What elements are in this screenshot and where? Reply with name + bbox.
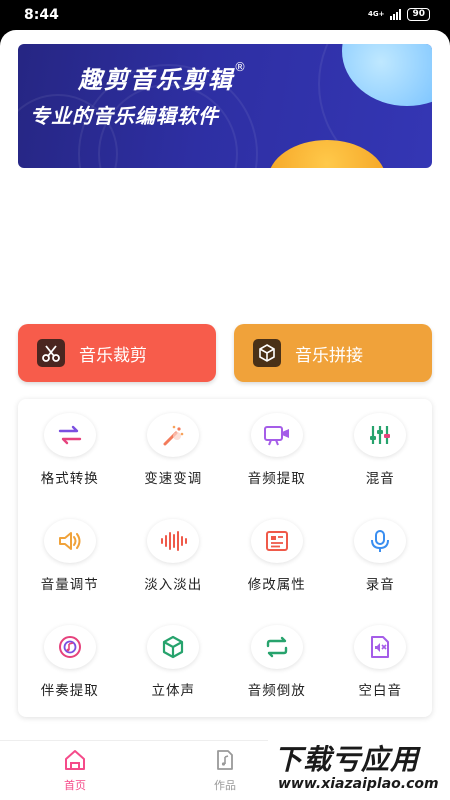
tool-label: 音频倒放: [247, 683, 306, 699]
tool-format-convert[interactable]: 格式转换: [18, 405, 122, 511]
stereo-cube-icon: [147, 625, 200, 669]
tool-label: 音频提取: [247, 471, 306, 487]
tool-blank-audio[interactable]: 空白音: [329, 617, 433, 723]
music-cut-label: 音乐裁剪: [79, 345, 147, 366]
speaker-icon: [43, 519, 96, 563]
site-watermark: 下载亏应用 www.xiazaiplao.com: [268, 738, 450, 800]
tab-home-label: 首页: [64, 779, 86, 792]
reverse-icon: [250, 625, 303, 669]
tool-label: 音量调节: [40, 577, 99, 593]
tab-works-label: 作品: [214, 779, 236, 792]
app-screen: 趣剪音乐剪辑® 专业的音乐编辑软件 音乐裁剪 音乐拼接 格式转换 变速变调 音频…: [0, 30, 450, 800]
tool-accompaniment-extract[interactable]: 伴奏提取: [18, 617, 122, 723]
status-time: 8:44: [24, 7, 59, 23]
tool-stereo[interactable]: 立体声: [122, 617, 226, 723]
tool-edit-properties[interactable]: 修改属性: [225, 511, 329, 617]
watermark-main: 下载亏应用: [274, 743, 420, 776]
tool-mix[interactable]: 混音: [329, 405, 433, 511]
mixer-icon: [354, 413, 407, 457]
document-icon: [250, 519, 303, 563]
signal-icon: [390, 9, 402, 20]
promo-banner[interactable]: 趣剪音乐剪辑® 专业的音乐编辑软件: [18, 44, 432, 168]
convert-icon: [43, 413, 96, 457]
tool-audio-extract[interactable]: 音频提取: [225, 405, 329, 511]
tool-label: 淡入淡出: [144, 577, 203, 593]
banner-title: 趣剪音乐剪辑®: [78, 60, 248, 95]
registered-mark: ®: [234, 60, 248, 74]
tool-fade[interactable]: 淡入淡出: [122, 511, 226, 617]
cube-icon: [253, 339, 281, 367]
status-bar: 8:44 4G+ 90: [0, 0, 450, 30]
tool-label: 变速变调: [144, 471, 203, 487]
home-icon: [63, 749, 87, 775]
tool-volume[interactable]: 音量调节: [18, 511, 122, 617]
music-cut-button[interactable]: 音乐裁剪: [18, 324, 216, 382]
tool-record[interactable]: 录音: [329, 511, 433, 617]
mute-file-icon: [354, 625, 407, 669]
microphone-icon: [354, 519, 407, 563]
tool-speed-pitch[interactable]: 变速变调: [122, 405, 226, 511]
banner-title-text: 趣剪音乐剪辑: [78, 66, 234, 94]
watermark-url: www.xiazaiplao.com: [278, 776, 439, 792]
tool-label: 修改属性: [247, 577, 306, 593]
tab-home[interactable]: 首页: [0, 741, 150, 800]
tool-label: 录音: [365, 577, 395, 593]
tool-label: 空白音: [358, 683, 402, 699]
music-join-label: 音乐拼接: [295, 345, 363, 366]
tool-label: 混音: [365, 471, 395, 487]
music-join-button[interactable]: 音乐拼接: [234, 324, 432, 382]
scissors-icon: [37, 339, 65, 367]
banner-subtitle: 专业的音乐编辑软件: [30, 104, 219, 128]
magic-wand-icon: [147, 413, 200, 457]
music-disc-icon: [43, 625, 96, 669]
tool-label: 立体声: [151, 683, 195, 699]
music-file-icon: [215, 749, 235, 775]
tool-label: 格式转换: [40, 471, 99, 487]
tool-audio-reverse[interactable]: 音频倒放: [225, 617, 329, 723]
tools-grid: 格式转换 变速变调 音频提取 混音 音量调节 淡入淡出 修改属性 录音 伴奏提取…: [18, 399, 432, 717]
tool-label: 伴奏提取: [40, 683, 99, 699]
video-extract-icon: [250, 413, 303, 457]
waveform-icon: [147, 519, 200, 563]
network-label: 4G+: [367, 10, 385, 18]
battery-icon: 90: [407, 8, 430, 21]
status-icons: 4G+ 90: [368, 8, 430, 21]
